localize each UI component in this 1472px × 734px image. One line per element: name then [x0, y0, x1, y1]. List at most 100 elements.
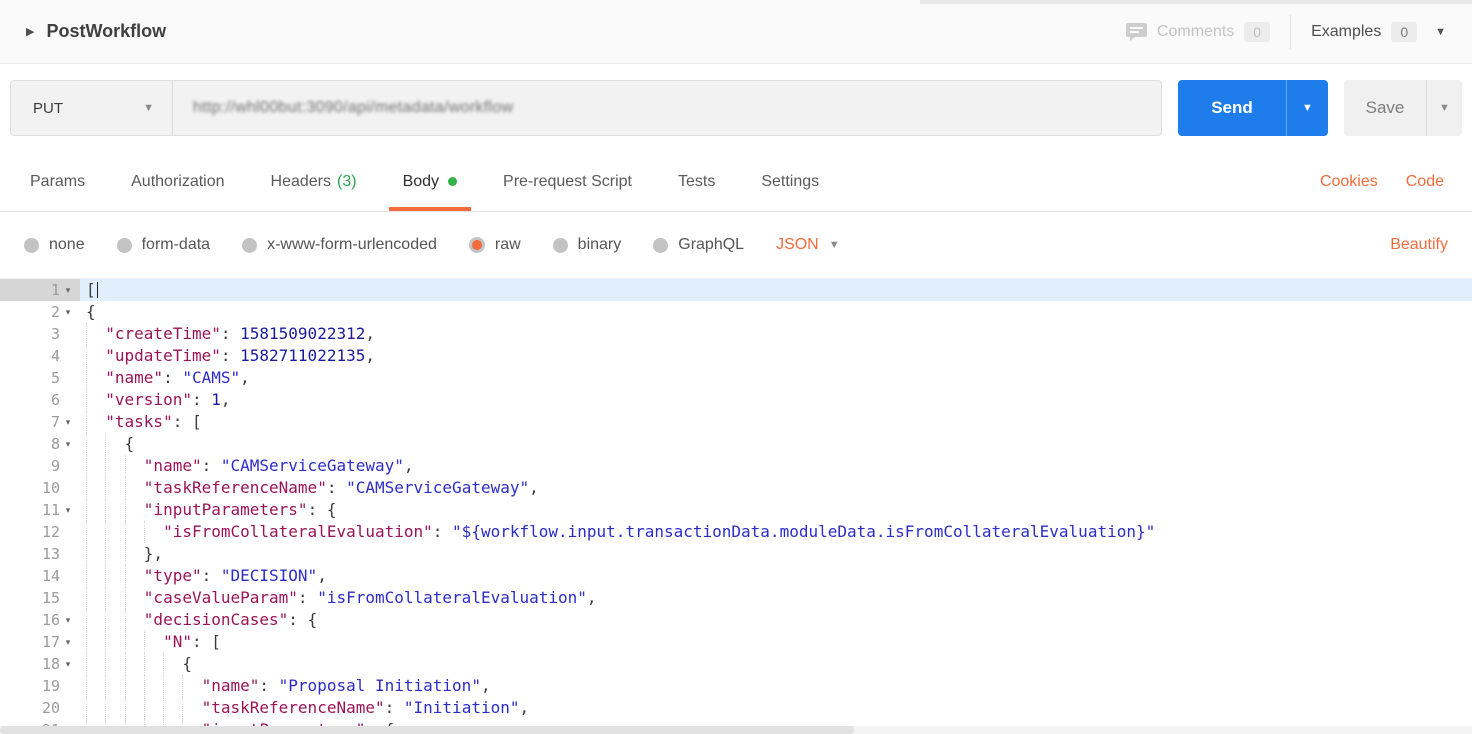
- code-line-5[interactable]: 5"name": "CAMS",: [0, 367, 1472, 389]
- code-text[interactable]: "inputParameters": {: [80, 499, 1472, 521]
- json-key: "decisionCases": [144, 610, 289, 629]
- code-text[interactable]: "name": "CAMS",: [80, 367, 1472, 389]
- tab-params[interactable]: Params: [16, 152, 99, 211]
- indent-guide: [125, 631, 144, 653]
- url-input[interactable]: http://whl00but:3090/api/metadata/workfl…: [173, 81, 1161, 135]
- code-text[interactable]: "updateTime": 1582711022135,: [80, 345, 1472, 367]
- fold-caret-icon[interactable]: ▾: [60, 279, 76, 301]
- body-type-form-data-label: form-data: [142, 236, 210, 254]
- examples-dropdown[interactable]: Examples 0 ▼: [1311, 22, 1446, 42]
- indent-guide: [105, 521, 124, 543]
- fold-caret-icon[interactable]: ▾: [60, 631, 76, 653]
- code-line-8[interactable]: 8▾{: [0, 433, 1472, 455]
- code-text[interactable]: "type": "DECISION",: [80, 565, 1472, 587]
- indent-guide: [125, 477, 144, 499]
- cookies-link[interactable]: Cookies: [1320, 173, 1378, 191]
- code-line-19[interactable]: 19"name": "Proposal Initiation",: [0, 675, 1472, 697]
- body-type-form-data[interactable]: form-data: [117, 236, 210, 254]
- tab-tests[interactable]: Tests: [664, 152, 729, 211]
- indent-guide: [163, 697, 182, 719]
- scrollbar-thumb[interactable]: [0, 726, 854, 734]
- body-type-bar: none form-data x-www-form-urlencoded raw…: [0, 212, 1472, 278]
- json-key: "taskReferenceName": [202, 698, 385, 717]
- raw-language-select[interactable]: JSON ▼: [776, 236, 840, 254]
- code-link[interactable]: Code: [1406, 173, 1444, 191]
- fold-caret-icon[interactable]: ▾: [60, 499, 76, 521]
- code-line-20[interactable]: 20"taskReferenceName": "Initiation",: [0, 697, 1472, 719]
- code-text[interactable]: "createTime": 1581509022312,: [80, 323, 1472, 345]
- json-punctuation: :: [192, 390, 211, 409]
- code-text[interactable]: "isFromCollateralEvaluation": "${workflo…: [80, 521, 1472, 543]
- code-line-10[interactable]: 10"taskReferenceName": "CAMServiceGatewa…: [0, 477, 1472, 499]
- indent-guide: [105, 631, 124, 653]
- code-line-14[interactable]: 14"type": "DECISION",: [0, 565, 1472, 587]
- tab-body[interactable]: Body: [389, 152, 471, 211]
- code-line-17[interactable]: 17▾"N": [: [0, 631, 1472, 653]
- fold-caret-icon[interactable]: ▾: [60, 411, 76, 433]
- code-text[interactable]: },: [80, 543, 1472, 565]
- code-text[interactable]: {: [80, 301, 1472, 323]
- fold-caret-icon[interactable]: ▾: [60, 301, 76, 323]
- tab-settings[interactable]: Settings: [747, 152, 833, 211]
- code-text[interactable]: "taskReferenceName": "Initiation",: [80, 697, 1472, 719]
- code-text[interactable]: "version": 1,: [80, 389, 1472, 411]
- code-line-9[interactable]: 9"name": "CAMServiceGateway",: [0, 455, 1472, 477]
- save-button[interactable]: Save: [1344, 80, 1426, 136]
- code-editor[interactable]: 1▾[2▾{3"createTime": 1581509022312,4"upd…: [0, 278, 1472, 734]
- send-options-caret[interactable]: ▼: [1286, 80, 1328, 136]
- code-text[interactable]: "name": "Proposal Initiation",: [80, 675, 1472, 697]
- code-text[interactable]: "caseValueParam": "isFromCollateralEvalu…: [80, 587, 1472, 609]
- code-line-16[interactable]: 16▾"decisionCases": {: [0, 609, 1472, 631]
- json-punctuation: :: [298, 588, 317, 607]
- json-punctuation: :: [385, 698, 404, 717]
- horizontal-scrollbar[interactable]: [0, 726, 1472, 734]
- json-string: "CAMS": [182, 368, 240, 387]
- code-line-6[interactable]: 6"version": 1,: [0, 389, 1472, 411]
- body-type-raw[interactable]: raw: [469, 236, 521, 254]
- code-line-18[interactable]: 18▾{: [0, 653, 1472, 675]
- beautify-link[interactable]: Beautify: [1390, 236, 1448, 254]
- code-text[interactable]: {: [80, 653, 1472, 675]
- fold-caret-icon[interactable]: ▾: [60, 609, 76, 631]
- code-text[interactable]: "decisionCases": {: [80, 609, 1472, 631]
- method-select[interactable]: PUT ▼: [11, 81, 173, 135]
- tab-pre-request-script[interactable]: Pre-request Script: [489, 152, 646, 211]
- json-string: "DECISION": [221, 566, 317, 585]
- code-line-3[interactable]: 3"createTime": 1581509022312,: [0, 323, 1472, 345]
- code-line-7[interactable]: 7▾"tasks": [: [0, 411, 1472, 433]
- code-text[interactable]: [: [80, 279, 1472, 301]
- indent-guide: [86, 455, 105, 477]
- code-line-12[interactable]: 12"isFromCollateralEvaluation": "${workf…: [0, 521, 1472, 543]
- line-number: 2: [51, 301, 60, 323]
- body-type-binary[interactable]: binary: [553, 236, 622, 254]
- code-line-1[interactable]: 1▾[: [0, 279, 1472, 301]
- code-line-13[interactable]: 13},: [0, 543, 1472, 565]
- code-line-4[interactable]: 4"updateTime": 1582711022135,: [0, 345, 1472, 367]
- code-line-11[interactable]: 11▾"inputParameters": {: [0, 499, 1472, 521]
- send-button[interactable]: Send: [1178, 80, 1286, 136]
- code-text[interactable]: "taskReferenceName": "CAMServiceGateway"…: [80, 477, 1472, 499]
- code-text[interactable]: "tasks": [: [80, 411, 1472, 433]
- tab-headers[interactable]: Headers (3): [257, 152, 371, 211]
- fold-caret-icon[interactable]: ▾: [60, 433, 76, 455]
- gutter-cell: 3: [0, 323, 80, 345]
- comments-button[interactable]: Comments 0: [1126, 22, 1270, 42]
- save-options-caret[interactable]: ▼: [1426, 80, 1462, 136]
- body-type-graphql[interactable]: GraphQL: [653, 236, 744, 254]
- json-string: "${workflow.input.transactionData.module…: [452, 522, 1155, 541]
- body-type-urlencoded[interactable]: x-www-form-urlencoded: [242, 236, 437, 254]
- code-text[interactable]: "N": [: [80, 631, 1472, 653]
- radio-icon: [553, 238, 568, 253]
- examples-label: Examples: [1311, 23, 1381, 41]
- body-type-none[interactable]: none: [24, 236, 85, 254]
- collapse-caret-icon[interactable]: ▶: [26, 25, 34, 38]
- fold-caret-icon[interactable]: ▾: [60, 653, 76, 675]
- json-punctuation: :: [327, 478, 346, 497]
- code-line-15[interactable]: 15"caseValueParam": "isFromCollateralEva…: [0, 587, 1472, 609]
- code-text[interactable]: "name": "CAMServiceGateway",: [80, 455, 1472, 477]
- url-box: PUT ▼ http://whl00but:3090/api/metadata/…: [10, 80, 1162, 136]
- code-text[interactable]: {: [80, 433, 1472, 455]
- tab-authorization[interactable]: Authorization: [117, 152, 238, 211]
- text-cursor: [97, 282, 98, 298]
- code-line-2[interactable]: 2▾{: [0, 301, 1472, 323]
